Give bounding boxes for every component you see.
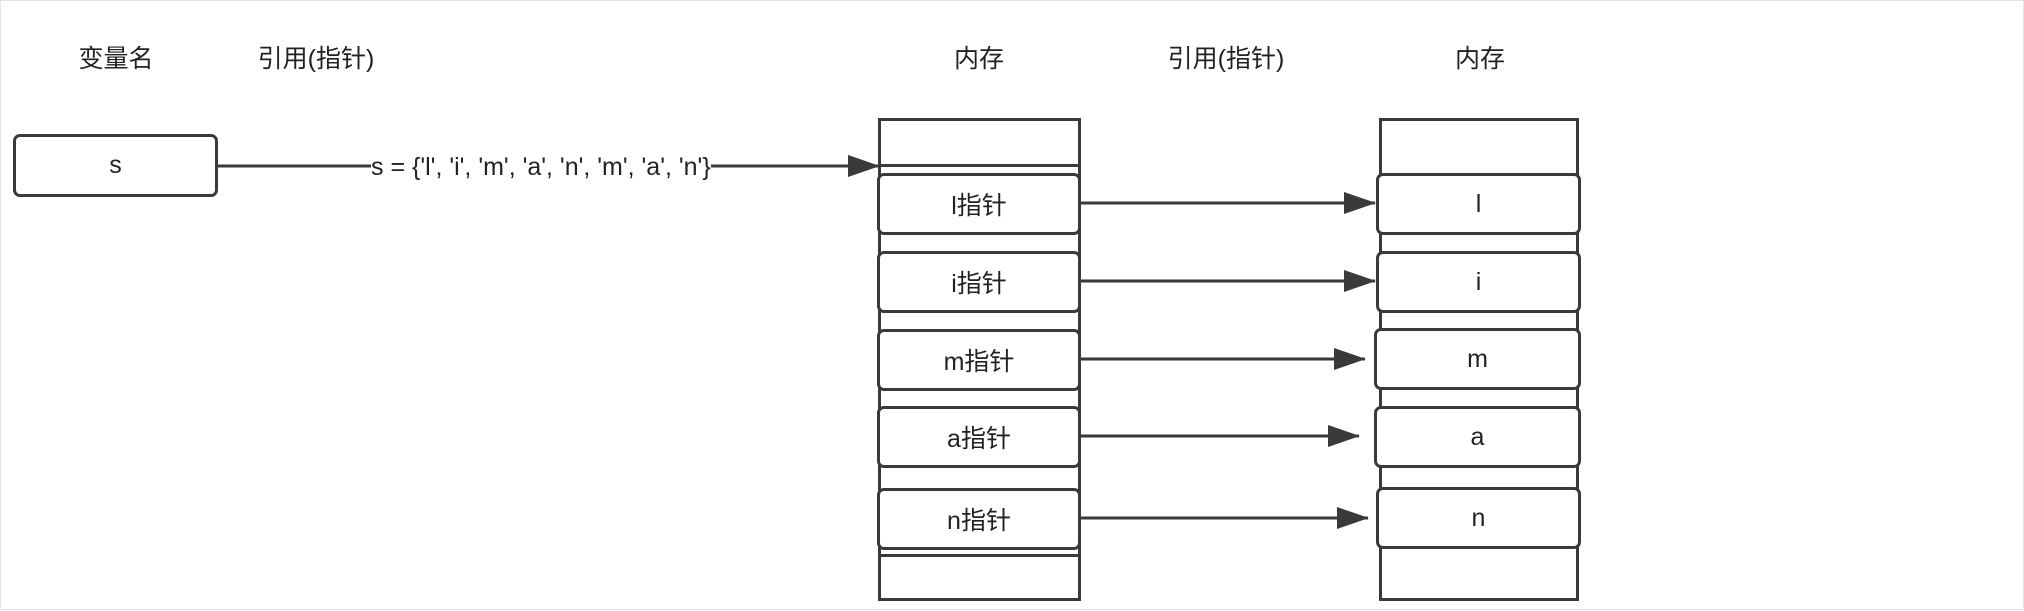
value-label: m: [1467, 344, 1488, 373]
value-cell-m: m: [1374, 328, 1581, 390]
value-cell-l: l: [1376, 173, 1581, 235]
value-label: n: [1471, 503, 1486, 532]
value-cell-i: i: [1376, 251, 1581, 313]
variable-s-box: s: [13, 134, 218, 197]
value-cell-n: n: [1376, 487, 1581, 549]
header-memory-2: 内存: [1454, 45, 1505, 73]
pointer-cell-a: a指针: [877, 406, 1081, 468]
array-literal-label: s = {'l', 'i', 'm', 'a', 'n', 'm', 'a', …: [371, 149, 711, 185]
pointer-cell-i: i指针: [877, 251, 1081, 313]
pointer-cell-m: m指针: [877, 329, 1081, 391]
memory-1-slot-divider: [878, 164, 1081, 167]
pointer-cell-n: n指针: [877, 488, 1081, 550]
pointer-label: i指针: [951, 270, 1007, 298]
memory-diagram: 变量名 引用(指针) 内存 引用(指针) 内存 s s = {'l', 'i',…: [0, 0, 2024, 610]
pointer-label: m指针: [943, 348, 1015, 376]
value-label: i: [1475, 267, 1482, 296]
variable-s-label: s: [109, 151, 122, 179]
header-reference-1: 引用(指针): [257, 45, 375, 73]
pointer-cell-l: l指针: [877, 173, 1081, 235]
header-memory-1: 内存: [953, 45, 1004, 73]
pointer-label: a指针: [947, 425, 1011, 453]
value-label: a: [1470, 422, 1485, 451]
pointer-label: n指针: [947, 507, 1011, 535]
header-variable-name: 变量名: [78, 45, 154, 73]
header-reference-2: 引用(指针): [1167, 45, 1285, 73]
value-label: l: [1475, 189, 1482, 218]
pointer-label: l指针: [951, 192, 1007, 220]
memory-1-slot-divider: [878, 554, 1081, 557]
value-cell-a: a: [1374, 406, 1581, 468]
